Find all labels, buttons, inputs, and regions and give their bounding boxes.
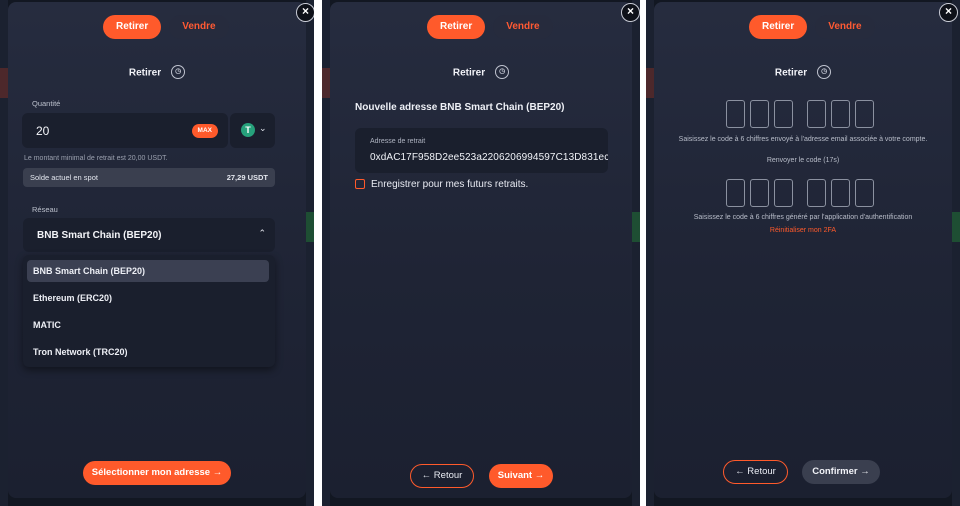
modal-title: Retirer bbox=[452, 67, 486, 79]
address-field[interactable]: Adresse de retrait 0xdAC17F958D2ee523a22… bbox=[355, 128, 608, 173]
tab-vendre[interactable]: Vendre bbox=[815, 15, 875, 39]
quantity-label: Quantité bbox=[32, 99, 61, 108]
amount-value[interactable]: 20 bbox=[36, 124, 49, 138]
panel-step-amount: Retirer Vendre Retirer ◷ Quantité 20 MAX … bbox=[0, 0, 314, 506]
history-icon[interactable]: ◷ bbox=[817, 65, 832, 79]
chevron-up-icon: ⌃ bbox=[258, 228, 266, 238]
tab-bar: Retirer Vendre bbox=[103, 15, 229, 39]
network-option[interactable]: MATIC bbox=[27, 314, 269, 336]
panel-step-address: Retirer Vendre Retirer ◷ Nouvelle adresse… bbox=[322, 0, 640, 506]
code-digit-box[interactable] bbox=[750, 100, 769, 128]
auth-code-input[interactable] bbox=[726, 179, 879, 207]
code-spacer bbox=[798, 100, 807, 128]
background-edge bbox=[306, 0, 314, 506]
code-digit-box[interactable] bbox=[855, 100, 874, 128]
address-value[interactable]: 0xdAC17F958D2ee523a2206206994597C13D831e… bbox=[370, 152, 608, 163]
panel-step-verification: Retirer Vendre Retirer ◷ Saisissez le cod… bbox=[646, 0, 960, 506]
next-button[interactable]: Suivant → bbox=[489, 464, 553, 488]
save-checkbox[interactable] bbox=[355, 179, 365, 189]
tab-bar: Retirer Vendre bbox=[749, 15, 875, 39]
code-digit-box[interactable] bbox=[855, 179, 874, 207]
modal-title: Retirer bbox=[128, 67, 162, 79]
code-digit-box[interactable] bbox=[726, 179, 745, 207]
network-dropdown: BNB Smart Chain (BEP20) Ethereum (ERC20)… bbox=[23, 255, 275, 367]
select-address-button[interactable]: Sélectionner mon adresse → bbox=[83, 461, 231, 485]
history-icon[interactable]: ◷ bbox=[171, 65, 186, 79]
withdraw-modal: Retirer Vendre Retirer ◷ Quantité 20 MAX … bbox=[8, 2, 306, 498]
close-icon[interactable]: × bbox=[939, 3, 958, 22]
amount-input[interactable]: 20 MAX bbox=[22, 113, 228, 148]
code-digit-box[interactable] bbox=[807, 179, 826, 207]
tether-icon: T bbox=[241, 123, 255, 137]
code-digit-box[interactable] bbox=[831, 100, 850, 128]
modal-header: Retirer ◷ bbox=[330, 65, 632, 80]
code-digit-box[interactable] bbox=[774, 100, 793, 128]
close-icon[interactable]: × bbox=[296, 3, 314, 22]
tab-retirer[interactable]: Retirer bbox=[103, 15, 162, 39]
code-digit-box[interactable] bbox=[750, 179, 769, 207]
back-button[interactable]: ← Retour bbox=[723, 460, 788, 484]
tab-vendre[interactable]: Vendre bbox=[493, 15, 553, 39]
balance-value: 27,29 USDT bbox=[226, 173, 268, 182]
address-title: Nouvelle adresse BNB Smart Chain (BEP20) bbox=[355, 102, 565, 113]
history-icon[interactable]: ◷ bbox=[495, 65, 510, 79]
network-option[interactable]: BNB Smart Chain (BEP20) bbox=[27, 260, 269, 282]
tab-vendre[interactable]: Vendre bbox=[169, 15, 229, 39]
modal-header: Retirer ◷ bbox=[654, 65, 952, 80]
balance-label: Solde actuel en spot bbox=[30, 173, 98, 182]
withdraw-modal: Retirer Vendre Retirer ◷ Nouvelle adresse… bbox=[330, 2, 632, 498]
code-digit-box[interactable] bbox=[726, 100, 745, 128]
email-code-input[interactable] bbox=[726, 100, 879, 128]
background-edge bbox=[952, 0, 960, 506]
minimum-note: Le montant minimal de retrait est 20,00 … bbox=[24, 155, 168, 162]
email-code-hint: Saisissez le code à 6 chiffres envoyé à … bbox=[678, 136, 928, 143]
network-option[interactable]: Tron Network (TRC20) bbox=[27, 341, 269, 363]
reset-2fa-link[interactable]: Réinitialiser mon 2FA bbox=[654, 227, 952, 234]
withdraw-modal: Retirer Vendre Retirer ◷ Saisissez le cod… bbox=[654, 2, 952, 498]
save-checkbox-label[interactable]: Enregistrer pour mes futurs retraits. bbox=[371, 179, 528, 190]
code-digit-box[interactable] bbox=[774, 179, 793, 207]
network-selected: BNB Smart Chain (BEP20) bbox=[37, 230, 162, 241]
modal-header: Retirer ◷ bbox=[8, 65, 306, 80]
close-icon[interactable]: × bbox=[621, 3, 640, 22]
confirm-button[interactable]: Confirmer → bbox=[802, 460, 880, 484]
network-select[interactable]: BNB Smart Chain (BEP20) ⌃ bbox=[23, 218, 275, 252]
max-button[interactable]: MAX bbox=[191, 124, 218, 138]
tab-bar: Retirer Vendre bbox=[427, 15, 553, 39]
chevron-down-icon: ⌄ bbox=[259, 123, 267, 133]
coin-selector[interactable]: T ⌄ bbox=[230, 113, 275, 148]
balance-bar: Solde actuel en spot 27,29 USDT bbox=[23, 168, 275, 187]
network-option[interactable]: Ethereum (ERC20) bbox=[27, 287, 269, 309]
auth-code-hint: Saisissez le code à 6 chiffres généré pa… bbox=[693, 214, 913, 221]
resend-code-link[interactable]: Renvoyer le code (17s) bbox=[654, 157, 952, 164]
code-digit-box[interactable] bbox=[807, 100, 826, 128]
code-digit-box[interactable] bbox=[831, 179, 850, 207]
modal-title: Retirer bbox=[774, 67, 808, 79]
tab-retirer[interactable]: Retirer bbox=[427, 15, 486, 39]
tab-retirer[interactable]: Retirer bbox=[749, 15, 808, 39]
back-button[interactable]: ← Retour bbox=[410, 464, 474, 488]
address-label: Adresse de retrait bbox=[370, 138, 426, 145]
code-spacer bbox=[798, 179, 807, 207]
network-label: Réseau bbox=[32, 205, 58, 214]
background-edge bbox=[632, 0, 640, 506]
